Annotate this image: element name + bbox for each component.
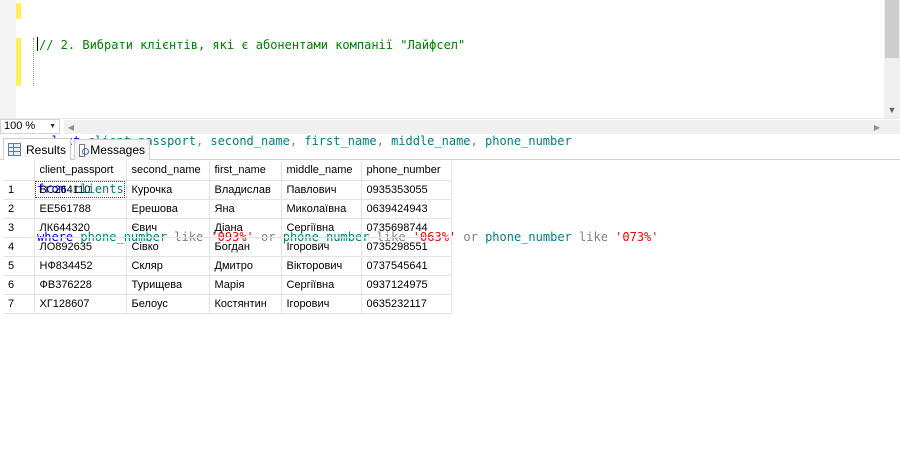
table-row[interactable]: 5 НФ834452 Скляр Дмитро Вікторович 0737545641	[4, 256, 452, 276]
table-cell[interactable]: 0737545641	[361, 256, 452, 276]
table-row[interactable]: 2 ЕЕ561788 Ерешова Яна Миколаївна 0639424943	[4, 199, 452, 219]
header-row: client_passport second_name first_name m…	[4, 161, 452, 181]
table-cell[interactable]: Миколаївна	[281, 199, 362, 219]
tab-results[interactable]: Results	[3, 138, 71, 160]
table-row[interactable]: 1 ВС264110 Курочка Владислав Павлович 0935353…	[4, 180, 452, 200]
table-cell[interactable]: 0935353055	[361, 180, 452, 200]
table-cell[interactable]: ФВ376228	[34, 275, 127, 295]
table-cell[interactable]: Ігорович	[281, 294, 362, 314]
table-cell[interactable]: Сергіївна	[281, 275, 362, 295]
row-number[interactable]: 1	[4, 180, 35, 200]
table-cell[interactable]: 0735298551	[361, 237, 452, 257]
messages-icon	[79, 143, 90, 157]
table-cell[interactable]: ВС264110	[34, 180, 127, 200]
sql-comment: // 2. Вибрати клієнтів, які є абонентами…	[39, 38, 466, 52]
table-cell[interactable]: ХГ128607	[34, 294, 127, 314]
tab-messages[interactable]: Messages	[74, 139, 150, 160]
table-row[interactable]: 4 ЛО892635 Сівко Богдан Ігорович 0735298551	[4, 237, 452, 257]
chevron-down-icon[interactable]: ▼	[49, 120, 56, 133]
editor-horizontal-scrollbar[interactable]: ◀ ▶	[64, 120, 884, 134]
table-cell[interactable]: ЛК644320	[34, 218, 127, 238]
scroll-left-icon[interactable]: ◀	[64, 120, 78, 134]
table-cell[interactable]: Вікторович	[281, 256, 362, 276]
table-cell[interactable]: Павлович	[281, 180, 362, 200]
zoom-dropdown[interactable]: 100 % ▼	[0, 119, 60, 134]
scrollbar-thumb[interactable]	[885, 0, 899, 58]
table-cell[interactable]: НФ834452	[34, 256, 127, 276]
table-row[interactable]: 3 ЛК644320 Євич Діана Сергіївна 0735698744	[4, 218, 452, 238]
query-editor[interactable]: // 2. Вибрати клієнтів, які є абонентами…	[0, 0, 900, 244]
table-cell[interactable]: Владислав	[209, 180, 282, 200]
results-grid[interactable]: client_passport second_name first_name m…	[4, 161, 452, 314]
code-line-comment: // 2. Вибрати клієнтів, які є абонентами…	[37, 37, 659, 53]
table-cell[interactable]: Євич	[126, 218, 210, 238]
scroll-down-icon[interactable]: ▼	[884, 102, 900, 118]
grid-icon	[8, 143, 21, 156]
table-cell[interactable]: Дмитро	[209, 256, 282, 276]
outline-fold-line	[33, 38, 34, 86]
column-header[interactable]: second_name	[126, 161, 210, 181]
identifier: phone_number	[485, 230, 572, 244]
operator-or: or	[463, 230, 478, 244]
table-cell[interactable]: Ігорович	[281, 237, 362, 257]
table-cell[interactable]: Марія	[209, 275, 282, 295]
row-number[interactable]: 5	[4, 256, 35, 276]
table-cell[interactable]: Скляр	[126, 256, 210, 276]
string-literal: '073%'	[615, 230, 659, 244]
row-number[interactable]: 3	[4, 218, 35, 238]
tab-label: Messages	[90, 143, 145, 157]
table-row[interactable]: 6 ФВ376228 Турищева Марія Сергіївна 093712497…	[4, 275, 452, 295]
table-cell[interactable]: Турищева	[126, 275, 210, 295]
table-row[interactable]: 7 ХГ128607 Белоус Костянтин Ігорович 06352321…	[4, 294, 452, 314]
change-marker	[16, 3, 21, 19]
table-cell[interactable]: Ерешова	[126, 199, 210, 219]
column-header[interactable]: phone_number	[361, 161, 452, 181]
scroll-right-icon[interactable]: ▶	[870, 120, 884, 134]
row-number[interactable]: 7	[4, 294, 35, 314]
row-number-header[interactable]	[4, 161, 35, 181]
editor-vertical-scrollbar[interactable]: ▼	[884, 0, 900, 118]
column-header[interactable]: middle_name	[281, 161, 362, 181]
column-header[interactable]: first_name	[209, 161, 282, 181]
text-caret	[37, 37, 38, 51]
table-cell[interactable]: Белоус	[126, 294, 210, 314]
table-cell[interactable]: ЕЕ561788	[34, 199, 127, 219]
column-header[interactable]: client_passport	[34, 161, 127, 181]
table-cell[interactable]: Курочка	[126, 180, 210, 200]
table-cell[interactable]: 0937124975	[361, 275, 452, 295]
table-cell[interactable]: 0635232117	[361, 294, 452, 314]
change-marker	[16, 38, 21, 86]
scrollbar-corner	[884, 120, 900, 134]
editor-gutter	[0, 0, 16, 118]
table-cell[interactable]: 0639424943	[361, 199, 452, 219]
zoom-value: 100 %	[4, 120, 36, 132]
table-cell[interactable]: Богдан	[209, 237, 282, 257]
tab-label: Results	[25, 142, 66, 157]
editor-status-strip: 100 % ▼ ◀ ▶	[0, 118, 900, 134]
row-number[interactable]: 6	[4, 275, 35, 295]
table-cell[interactable]: Діана	[209, 218, 282, 238]
result-tabs: Results Messages	[0, 137, 900, 160]
table-cell[interactable]: Костянтин	[209, 294, 282, 314]
table-cell[interactable]: Сівко	[126, 237, 210, 257]
table-cell[interactable]: 0735698744	[361, 218, 452, 238]
operator-like: like	[579, 230, 608, 244]
row-number[interactable]: 2	[4, 199, 35, 219]
table-cell[interactable]: ЛО892635	[34, 237, 127, 257]
row-number[interactable]: 4	[4, 237, 35, 257]
table-cell[interactable]: Яна	[209, 199, 282, 219]
table-cell[interactable]: Сергіївна	[281, 218, 362, 238]
